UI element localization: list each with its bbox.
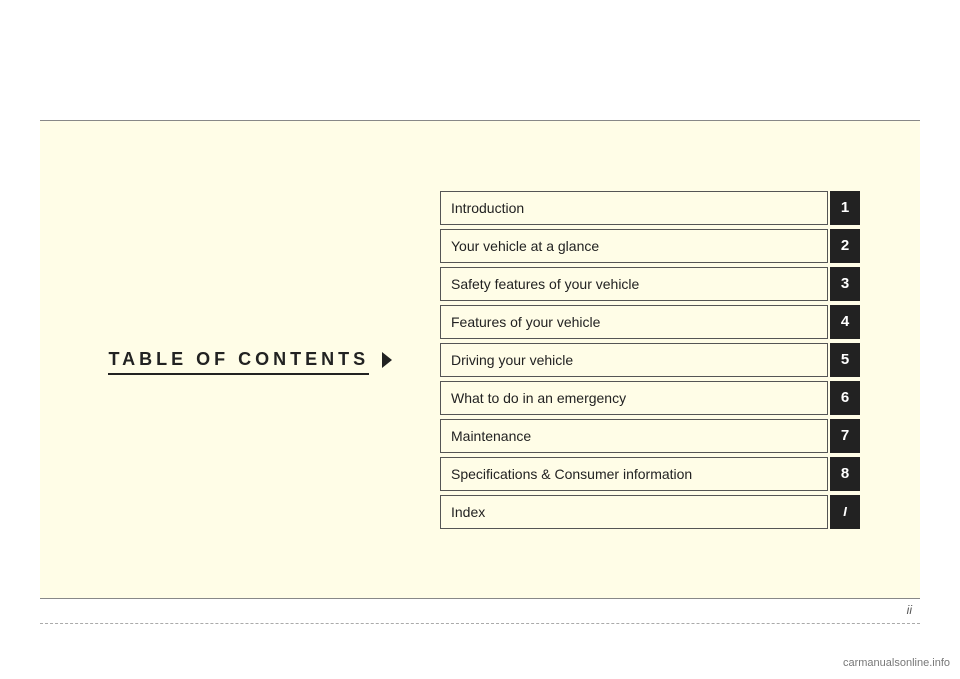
toc-item-label: Safety features of your vehicle	[440, 267, 828, 301]
toc-row[interactable]: Safety features of your vehicle3	[440, 267, 860, 301]
toc-item-number: 5	[830, 343, 860, 377]
toc-row[interactable]: Features of your vehicle4	[440, 305, 860, 339]
toc-title: TABLE OF CONTENTS	[108, 349, 369, 375]
toc-item-number: 3	[830, 267, 860, 301]
page-container: TABLE OF CONTENTS Introduction1Your vehi…	[0, 0, 960, 679]
toc-row[interactable]: Specifications & Consumer information8	[440, 457, 860, 491]
toc-item-number: 2	[830, 229, 860, 263]
toc-item-label: Your vehicle at a glance	[440, 229, 828, 263]
toc-item-number: I	[830, 495, 860, 529]
toc-item-label: Maintenance	[440, 419, 828, 453]
main-content: TABLE OF CONTENTS Introduction1Your vehi…	[40, 121, 920, 598]
bottom-divider	[40, 598, 920, 599]
toc-item-number: 4	[830, 305, 860, 339]
toc-row[interactable]: Driving your vehicle5	[440, 343, 860, 377]
watermark: carmanualsonline.info	[843, 657, 950, 669]
toc-item-label: What to do in an emergency	[440, 381, 828, 415]
toc-item-label: Specifications & Consumer information	[440, 457, 828, 491]
toc-row[interactable]: Introduction1	[440, 191, 860, 225]
toc-title-block: TABLE OF CONTENTS	[108, 349, 391, 370]
toc-item-number: 7	[830, 419, 860, 453]
left-section: TABLE OF CONTENTS	[80, 349, 440, 370]
toc-item-label: Driving your vehicle	[440, 343, 828, 377]
dashed-divider	[40, 623, 920, 624]
toc-row[interactable]: Maintenance7	[440, 419, 860, 453]
toc-arrow-icon	[382, 352, 392, 368]
toc-item-label: Introduction	[440, 191, 828, 225]
page-number: ii	[907, 603, 912, 617]
toc-item-number: 1	[830, 191, 860, 225]
toc-item-label: Features of your vehicle	[440, 305, 828, 339]
toc-row[interactable]: IndexI	[440, 495, 860, 529]
toc-item-number: 6	[830, 381, 860, 415]
toc-list: Introduction1Your vehicle at a glance2Sa…	[440, 191, 860, 529]
toc-item-label: Index	[440, 495, 828, 529]
toc-row[interactable]: What to do in an emergency6	[440, 381, 860, 415]
toc-row[interactable]: Your vehicle at a glance2	[440, 229, 860, 263]
toc-item-number: 8	[830, 457, 860, 491]
